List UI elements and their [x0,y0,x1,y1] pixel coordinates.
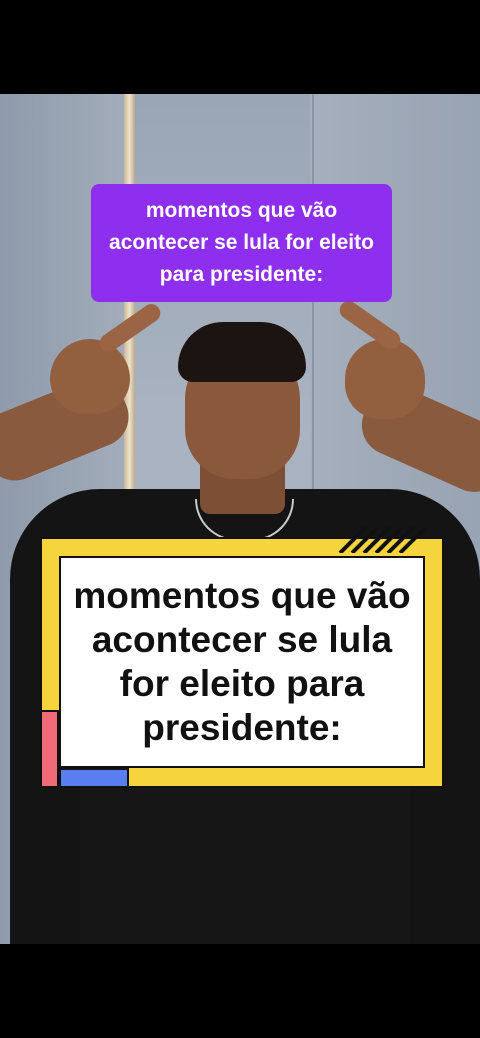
accent-red-block [40,710,59,788]
person-hand-left [50,339,130,414]
person-hair [178,322,306,382]
person-hand-right [345,339,425,419]
accent-blue-block [59,768,129,788]
video-frame: momentos que vão acontecer se lula for e… [0,0,480,1038]
caption-card-text: momentos que vão acontecer se lula for e… [73,575,411,748]
caption-card-inner: momentos que vão acontecer se lula for e… [59,556,425,768]
caption-top-text: momentos que vão acontecer se lula for e… [109,199,374,286]
stripes-decoration [338,527,428,553]
caption-top: momentos que vão acontecer se lula for e… [91,184,392,302]
